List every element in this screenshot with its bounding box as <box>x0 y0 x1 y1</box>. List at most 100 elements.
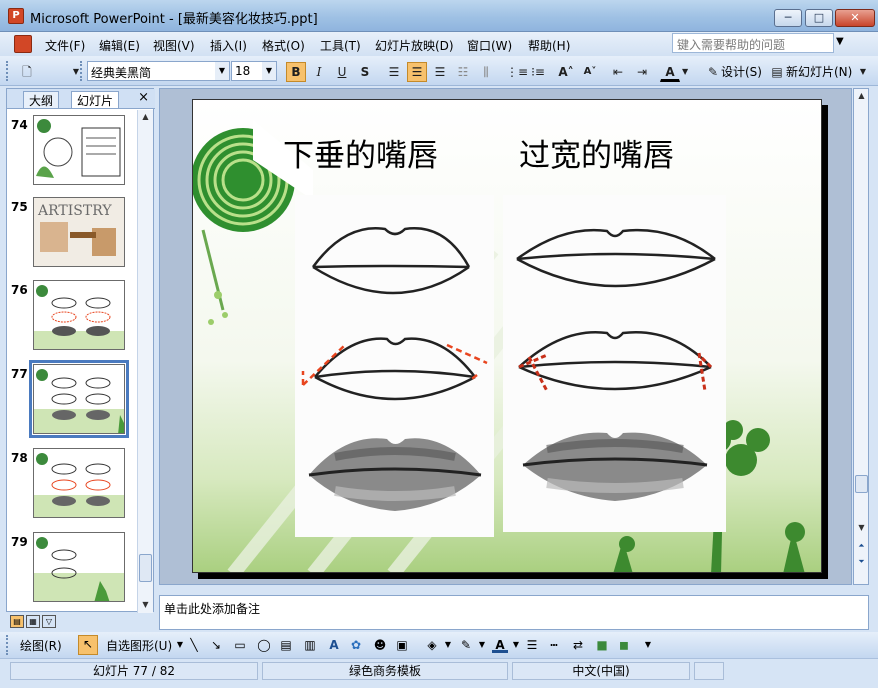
chevron-down-icon[interactable]: ▼ <box>836 36 844 47</box>
picture-icon[interactable]: ▣ <box>394 637 410 653</box>
arrow-tool-icon[interactable]: ↘ <box>208 637 224 653</box>
shadow-button[interactable]: S <box>355 62 375 82</box>
clipart-icon[interactable]: ☻ <box>372 637 388 653</box>
select-pointer-icon[interactable]: ↖ <box>78 635 98 655</box>
3d-style-icon[interactable]: ◼ <box>616 637 632 653</box>
menu-view[interactable]: 视图(V) <box>153 37 195 54</box>
new-slide-icon[interactable]: ▤ <box>767 62 787 82</box>
slide-thumbnail[interactable] <box>33 448 125 518</box>
toolbar-handle[interactable] <box>6 635 9 655</box>
menu-insert[interactable]: 插入(I) <box>210 37 247 54</box>
next-slide-icon[interactable]: ⏷ <box>854 555 869 569</box>
menu-file[interactable]: 文件(F) <box>45 37 85 54</box>
slide-canvas[interactable]: 下垂的嘴唇 过宽的嘴唇 <box>192 99 822 573</box>
dash-style-icon[interactable]: ┅ <box>546 637 562 653</box>
italic-button[interactable]: I <box>309 62 329 82</box>
thumbnail-scrollbar[interactable]: ▲ ▼ <box>137 110 153 613</box>
line-color-icon[interactable]: ✎ <box>458 637 474 653</box>
increase-indent-icon[interactable]: ⇥ <box>632 62 652 82</box>
powerpoint-icon[interactable]: P <box>8 8 24 24</box>
increase-font-icon[interactable]: A˄ <box>556 62 576 82</box>
menu-tools[interactable]: 工具(T) <box>320 37 361 54</box>
scroll-down-icon[interactable]: ▼ <box>138 598 153 612</box>
help-search-input[interactable]: 键入需要帮助的问题 <box>672 33 834 53</box>
oval-tool-icon[interactable]: ◯ <box>256 637 272 653</box>
vertical-text-icon[interactable]: ⫼ <box>476 62 496 82</box>
toolbar-options-icon[interactable]: ▼ <box>858 62 868 82</box>
slide-thumbnail[interactable] <box>33 280 125 350</box>
previous-slide-icon[interactable]: ⏶ <box>854 539 869 553</box>
menu-slideshow[interactable]: 幻灯片放映(D) <box>375 37 454 54</box>
line-tool-icon[interactable]: ╲ <box>186 637 202 653</box>
toolbar-handle[interactable] <box>6 61 9 81</box>
wordart-icon[interactable]: A <box>326 637 342 653</box>
slide-scrollbar[interactable]: ▲ ▼ ⏶ ⏷ <box>853 88 869 585</box>
autoshapes-menu-button[interactable]: 自选图形(U) <box>106 637 172 654</box>
distribute-icon[interactable]: ☷ <box>453 62 473 82</box>
close-button[interactable]: ✕ <box>835 9 875 27</box>
wide-lips-image[interactable] <box>503 195 726 532</box>
fill-color-icon[interactable]: ◈ <box>424 637 440 653</box>
diagram-icon[interactable]: ✿ <box>348 637 364 653</box>
font-size-select[interactable]: 18 ▼ <box>231 61 277 81</box>
line-style-icon[interactable]: ☰ <box>524 637 540 653</box>
drooping-lips-image[interactable] <box>295 195 494 537</box>
menu-format[interactable]: 格式(O) <box>262 37 305 54</box>
bullets-icon[interactable]: ⁝≡ <box>528 62 548 82</box>
toolbar-handle[interactable] <box>80 61 83 81</box>
scroll-down-icon[interactable]: ▼ <box>854 521 869 535</box>
design-button[interactable]: 设计(S) <box>721 63 762 80</box>
draw-menu-button[interactable]: 绘图(R) <box>20 637 62 654</box>
normal-view-icon[interactable]: ▤ <box>10 615 24 628</box>
font-color-icon[interactable]: A <box>492 637 508 653</box>
close-icon[interactable]: × <box>138 90 149 105</box>
slide-thumbnail[interactable]: ARTISTRY <box>33 197 125 267</box>
menu-window[interactable]: 窗口(W) <box>467 37 512 54</box>
scroll-up-icon[interactable]: ▲ <box>854 89 869 103</box>
chevron-down-icon[interactable]: ▼ <box>508 637 524 653</box>
slide-thumbnail[interactable] <box>33 532 125 602</box>
font-color-icon[interactable]: A <box>660 62 680 82</box>
decrease-indent-icon[interactable]: ⇤ <box>608 62 628 82</box>
design-icon[interactable]: ✎ <box>703 62 723 82</box>
numbering-icon[interactable]: ⋮≡ <box>505 62 529 82</box>
scroll-thumb[interactable] <box>139 554 152 582</box>
new-slide-button[interactable]: 新幻灯片(N) <box>786 63 852 80</box>
slide-title-right[interactable]: 过宽的嘴唇 <box>519 130 674 175</box>
menu-help[interactable]: 帮助(H) <box>528 37 570 54</box>
document-icon[interactable] <box>14 35 32 53</box>
align-right-icon[interactable]: ☰ <box>430 62 450 82</box>
minimize-button[interactable]: ─ <box>774 9 802 27</box>
vertical-textbox-icon[interactable]: ▥ <box>302 637 318 653</box>
slideshow-view-icon[interactable]: ▽ <box>42 615 56 628</box>
shadow-style-icon[interactable]: ■ <box>594 637 610 653</box>
tab-slides[interactable]: 幻灯片 <box>71 91 120 108</box>
toolbar-options-icon[interactable]: ▼ <box>66 62 86 82</box>
chevron-down-icon[interactable]: ▼ <box>681 62 689 82</box>
bold-button[interactable]: B <box>286 62 306 82</box>
align-center-icon[interactable]: ☰ <box>407 62 427 82</box>
chevron-down-icon[interactable]: ▼ <box>474 637 490 653</box>
scroll-thumb[interactable] <box>855 475 868 493</box>
slide-thumbnail-selected[interactable] <box>29 360 129 438</box>
slide-title-left[interactable]: 下垂的嘴唇 <box>283 130 438 175</box>
new-document-icon[interactable]: 🗋 <box>16 62 38 82</box>
notes-area[interactable]: 单击此处添加备注 <box>159 595 869 630</box>
slide-thumbnail[interactable] <box>33 115 125 185</box>
chevron-down-icon[interactable]: ▼ <box>440 637 456 653</box>
arrow-style-icon[interactable]: ⇄ <box>570 637 586 653</box>
menu-edit[interactable]: 编辑(E) <box>99 37 140 54</box>
scroll-up-icon[interactable]: ▲ <box>138 110 153 124</box>
maximize-button[interactable]: □ <box>805 9 833 27</box>
rectangle-tool-icon[interactable]: ▭ <box>232 637 248 653</box>
underline-button[interactable]: U <box>332 62 352 82</box>
toolbar-options-icon[interactable]: ▼ <box>640 637 656 653</box>
textbox-tool-icon[interactable]: ▤ <box>278 637 294 653</box>
tab-outline[interactable]: 大纲 <box>23 91 60 108</box>
chevron-down-icon[interactable]: ▼ <box>215 62 229 80</box>
font-name-select[interactable]: 经典美黑简 ▼ <box>87 61 230 81</box>
slide-sorter-icon[interactable]: ▦ <box>26 615 40 628</box>
decrease-font-icon[interactable]: A˅ <box>580 62 600 82</box>
chevron-down-icon[interactable]: ▼ <box>262 62 276 80</box>
align-left-icon[interactable]: ☰ <box>384 62 404 82</box>
